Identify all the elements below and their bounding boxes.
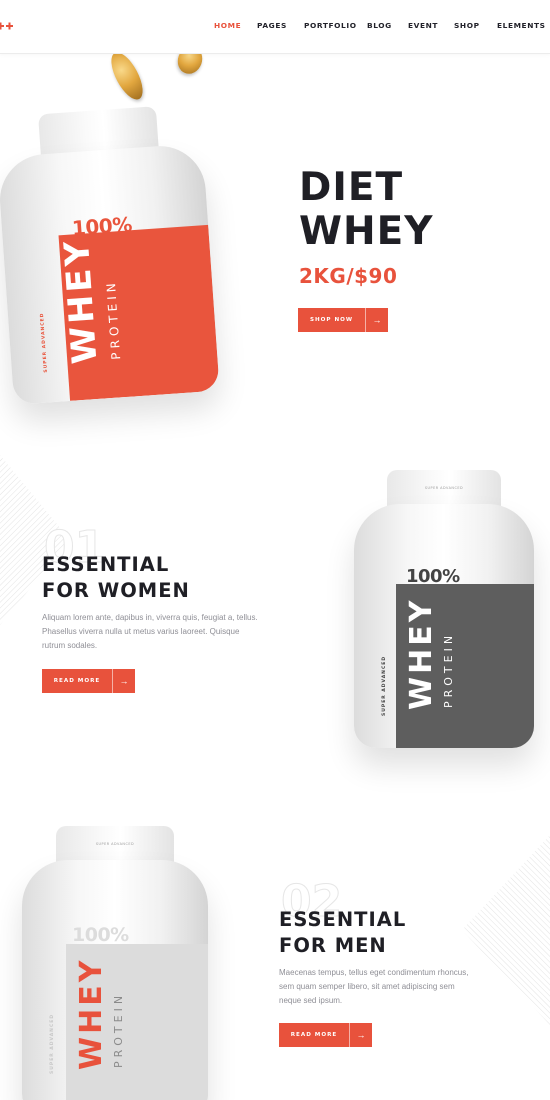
product-tub-orange: 100% WHEY PROTEIN SUPER ADVANCED bbox=[0, 103, 220, 407]
nav-item-event[interactable]: EVENT bbox=[408, 21, 438, 30]
nav-item-elements[interactable]: ELEMENTS bbox=[497, 21, 546, 30]
hero-title-line1: DIET bbox=[299, 165, 404, 210]
section-title-line2: FOR MEN bbox=[279, 934, 387, 957]
fish-oil-capsule-image bbox=[105, 47, 149, 105]
product-percent-label: 100% bbox=[71, 212, 133, 241]
site-header: HOME PAGES PORTFOLIO BLOG EVENT SHOP ELE… bbox=[0, 0, 550, 54]
section-text-line2: Phasellus viverra nulla ut metus varius … bbox=[42, 627, 240, 636]
hero-title-line2: WHEY bbox=[299, 209, 434, 254]
product-name-label: WHEY bbox=[404, 597, 439, 710]
nav-item-portfolio[interactable]: PORTFOLIO bbox=[304, 21, 357, 30]
product-tag-label: SUPER ADVANCED bbox=[382, 655, 387, 716]
shop-now-button[interactable]: SHOP NOW → bbox=[298, 308, 388, 332]
read-more-button[interactable]: READ MORE → bbox=[279, 1023, 372, 1047]
product-tub-gray: SUPER ADVANCED 100% WHEY PROTEIN SUPER A… bbox=[354, 470, 534, 750]
nav-item-pages[interactable]: PAGES bbox=[257, 21, 287, 30]
section-text-line3: rutrum sodales. bbox=[42, 641, 98, 650]
product-percent-label: 100% bbox=[406, 566, 460, 587]
product-sub-label: PROTEIN bbox=[442, 631, 455, 708]
main-nav: HOME PAGES PORTFOLIO BLOG EVENT SHOP ELE… bbox=[0, 21, 550, 35]
read-more-button-label: READ MORE bbox=[290, 1032, 338, 1038]
read-more-button[interactable]: READ MORE → bbox=[42, 669, 135, 693]
read-more-button-label: READ MORE bbox=[53, 678, 101, 684]
arrow-right-icon: → bbox=[365, 308, 388, 332]
nav-item-shop[interactable]: SHOP bbox=[454, 21, 480, 30]
product-tag-label: SUPER ADVANCED bbox=[39, 312, 50, 373]
arrow-right-icon: → bbox=[112, 669, 135, 693]
section-title-line2: FOR WOMEN bbox=[42, 579, 190, 602]
section-title-line1: ESSENTIAL bbox=[42, 553, 170, 576]
product-sub-label: PROTEIN bbox=[112, 991, 125, 1068]
product-name-label: WHEY bbox=[74, 957, 109, 1070]
section-title-line1: ESSENTIAL bbox=[279, 908, 407, 931]
nav-item-home[interactable]: HOME bbox=[214, 21, 241, 30]
product-tub-light: SUPER ADVANCED 100% WHEY PROTEIN SUPER A… bbox=[22, 826, 208, 1100]
hero-price: 2KG/$90 bbox=[299, 264, 398, 288]
product-percent-label: 100% bbox=[72, 924, 129, 946]
shop-now-button-label: SHOP NOW bbox=[309, 317, 354, 323]
section-text-line1: Aliquam lorem ante, dapibus in, viverra … bbox=[42, 613, 258, 622]
section-text-line1: Maecenas tempus, tellus eget condimentum… bbox=[279, 968, 469, 977]
section-text-line2: sem quam semper libero, sit amet adipisc… bbox=[279, 982, 455, 991]
lid-tag-label: SUPER ADVANCED bbox=[95, 842, 135, 846]
product-tag-label: SUPER ADVANCED bbox=[50, 1013, 55, 1074]
nav-item-blog[interactable]: BLOG bbox=[367, 21, 392, 30]
lid-tag-label: SUPER ADVANCED bbox=[424, 486, 464, 490]
arrow-right-icon: → bbox=[349, 1023, 372, 1047]
section-text-line3: neque sed ipsum. bbox=[279, 996, 343, 1005]
